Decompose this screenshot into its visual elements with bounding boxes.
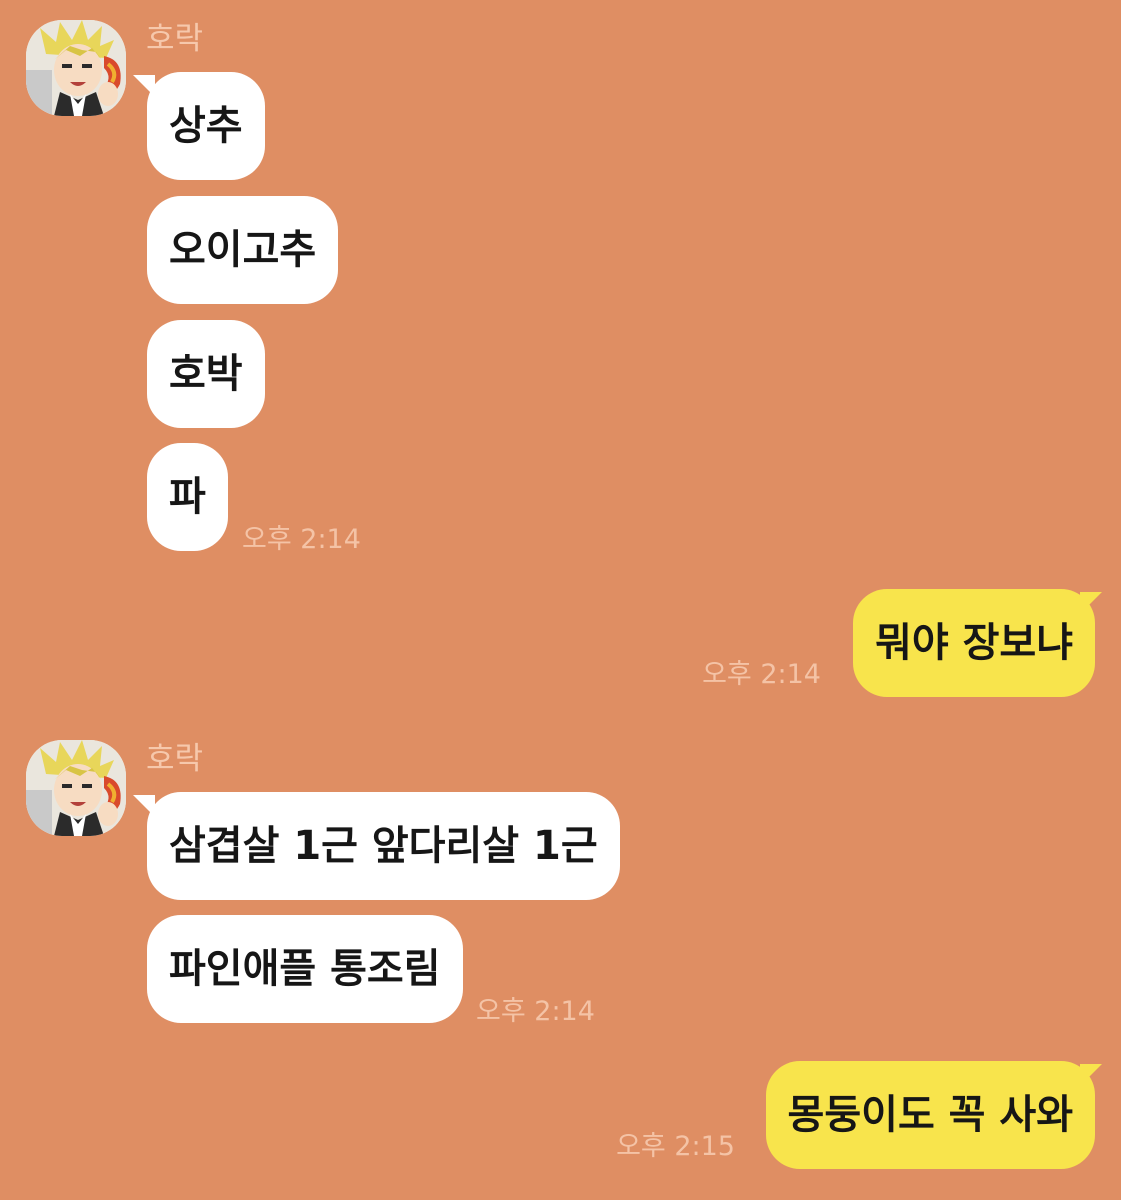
incoming-message-bubble[interactable]: 파인애플 통조림 bbox=[147, 915, 463, 1023]
avatar[interactable] bbox=[26, 740, 126, 836]
incoming-message-bubble[interactable]: 오이고추 bbox=[147, 196, 339, 304]
message-timestamp: 오후 2:14 bbox=[242, 524, 361, 555]
incoming-message-bubble[interactable]: 상추 bbox=[147, 72, 265, 180]
anime-character-avatar-icon bbox=[26, 740, 126, 836]
sender-name: 호락 bbox=[146, 741, 204, 777]
avatar[interactable] bbox=[26, 20, 126, 116]
incoming-message-bubble[interactable]: 파 bbox=[147, 443, 228, 551]
outgoing-message-bubble[interactable]: 몽둥이도 꼭 사와 bbox=[765, 1061, 1095, 1169]
message-timestamp: 오후 2:15 bbox=[616, 1131, 735, 1162]
incoming-message-bubble[interactable]: 호박 bbox=[147, 320, 265, 428]
message-timestamp: 오후 2:14 bbox=[476, 996, 595, 1027]
outgoing-message-bubble[interactable]: 뭐야 장보냐 bbox=[853, 589, 1095, 697]
message-timestamp: 오후 2:14 bbox=[702, 659, 821, 690]
sender-name: 호락 bbox=[146, 21, 204, 57]
anime-character-avatar-icon bbox=[26, 20, 126, 116]
incoming-message-bubble[interactable]: 삼겹살 1근 앞다리살 1근 bbox=[147, 792, 620, 900]
